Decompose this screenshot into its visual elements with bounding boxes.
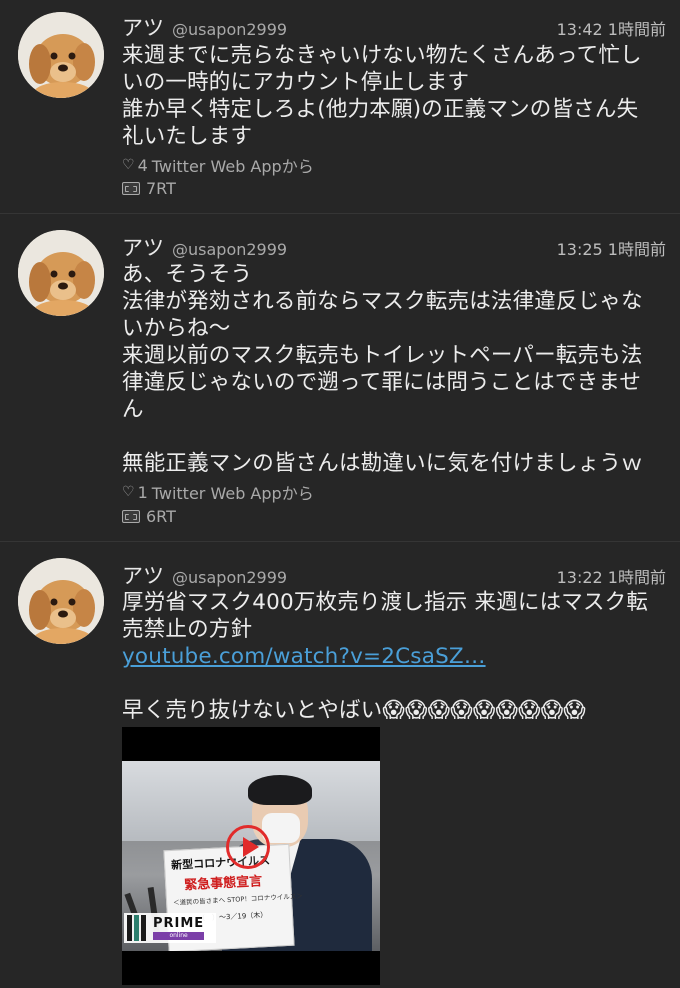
retweet-count: 6RT bbox=[146, 506, 176, 526]
timestamp[interactable]: 13:25 1時間前 bbox=[557, 236, 666, 260]
display-name[interactable]: アツ bbox=[122, 560, 164, 590]
puppy-avatar-icon[interactable] bbox=[18, 12, 104, 98]
display-name[interactable]: アツ bbox=[122, 232, 164, 262]
text-line: 厚労省マスク400万枚売り渡し指示 来週にはマスク転 bbox=[122, 590, 649, 615]
display-name[interactable]: アツ bbox=[122, 12, 164, 42]
source-label: Twitter Web Appから bbox=[151, 157, 314, 176]
retweet-count: 7RT bbox=[146, 178, 176, 198]
tweet-item[interactable]: アツ @usapon2999 13:42 1時間前 来週までに売らなきゃいけない… bbox=[0, 0, 680, 214]
heart-icon[interactable]: ♡ bbox=[122, 157, 135, 173]
user-handle[interactable]: @usapon2999 bbox=[172, 240, 287, 259]
tweet-header: アツ @usapon2999 13:42 1時間前 bbox=[122, 12, 666, 40]
text-line: 無能正義マンの皆さんは勘違いに気を付けましょうｗ bbox=[122, 451, 643, 476]
puppy-avatar-icon[interactable] bbox=[18, 230, 104, 316]
video-frame: 新型コロナウイルス 緊急事態宣言 ＜道民の皆さまへ STOP！コロナウイルス＞ … bbox=[122, 761, 380, 951]
logo-online-text: online bbox=[153, 931, 205, 940]
tweet-header: アツ @usapon2999 13:25 1時間前 bbox=[122, 232, 666, 260]
logo-prime-text: PRIME bbox=[153, 915, 205, 931]
timestamp[interactable]: 13:22 1時間前 bbox=[557, 564, 666, 588]
text-line: いからね〜 bbox=[122, 316, 231, 341]
tweet-item[interactable]: アツ @usapon2999 13:22 1時間前 厚労省マスク400万枚売り渡… bbox=[0, 542, 680, 988]
logo-wordmark: PRIME online bbox=[153, 915, 205, 940]
text-line: 律違反じゃないので遡って罪には問うことはできませ bbox=[122, 370, 642, 395]
heart-icon[interactable]: ♡ bbox=[122, 484, 135, 500]
retweet-icon[interactable] bbox=[122, 509, 140, 523]
text-line: あ、そうそう bbox=[122, 262, 253, 287]
video-thumbnail[interactable]: 新型コロナウイルス 緊急事態宣言 ＜道民の皆さまへ STOP！コロナウイルス＞ … bbox=[122, 727, 380, 985]
like-source-line: ♡ 1 Twitter Web Appから bbox=[122, 482, 314, 504]
source-label: Twitter Web Appから bbox=[151, 484, 314, 503]
puppy-avatar-icon[interactable] bbox=[18, 558, 104, 644]
tweet-text: 来週までに売らなきゃいけない物たくさんあって忙し いの一時的にアカウント停止しま… bbox=[122, 42, 668, 150]
retweet-line: 6RT bbox=[122, 506, 176, 526]
text-line: 早く売り抜けないとやばい😱😱😱😱😱😱😱😱😱 bbox=[122, 698, 586, 723]
prime-online-logo: PRIME online bbox=[124, 913, 216, 943]
tweet-item[interactable]: アツ @usapon2999 13:25 1時間前 あ、そうそう 法律が発効され… bbox=[0, 214, 680, 542]
tweet-text: 厚労省マスク400万枚売り渡し指示 来週にはマスク転 売禁止の方針 youtub… bbox=[122, 589, 668, 724]
text-line: 売禁止の方針 bbox=[122, 617, 253, 642]
text-line: 来週以前のマスク転売もトイレットペーパー転売も法 bbox=[122, 343, 643, 368]
tweet-text: あ、そうそう 法律が発効される前ならマスク転売は法律違反じゃな いからね〜 来週… bbox=[122, 261, 668, 477]
like-count: 4 bbox=[137, 155, 148, 175]
tweet-header: アツ @usapon2999 13:22 1時間前 bbox=[122, 560, 666, 588]
retweet-icon[interactable] bbox=[122, 181, 140, 195]
text-line: 法律が発効される前ならマスク転売は法律違反じゃな bbox=[122, 289, 643, 314]
user-handle[interactable]: @usapon2999 bbox=[172, 568, 287, 587]
text-line: ん bbox=[122, 397, 144, 422]
logo-mark bbox=[127, 915, 149, 941]
text-line: 来週までに売らなきゃいけない物たくさんあって忙し bbox=[122, 43, 642, 68]
youtube-link[interactable]: youtube.com/watch?v=2CsaSZ… bbox=[122, 644, 486, 669]
user-handle[interactable]: @usapon2999 bbox=[172, 20, 287, 39]
like-count: 1 bbox=[137, 482, 148, 502]
timeline: アツ @usapon2999 13:42 1時間前 来週までに売らなきゃいけない… bbox=[0, 0, 680, 988]
text-line: いの一時的にアカウント停止します bbox=[122, 70, 470, 95]
text-line: 誰か早く特定しろよ(他力本願)の正義マンの皆さん失 bbox=[122, 97, 639, 122]
retweet-line: 7RT bbox=[122, 178, 176, 198]
text-line: 礼いたします bbox=[122, 124, 253, 149]
sign-headline: 緊急事態宣言 bbox=[183, 874, 263, 894]
play-button-icon[interactable] bbox=[226, 825, 270, 869]
like-source-line: ♡ 4 Twitter Web Appから bbox=[122, 155, 314, 177]
person-hair bbox=[248, 775, 312, 805]
timestamp[interactable]: 13:42 1時間前 bbox=[557, 16, 666, 40]
